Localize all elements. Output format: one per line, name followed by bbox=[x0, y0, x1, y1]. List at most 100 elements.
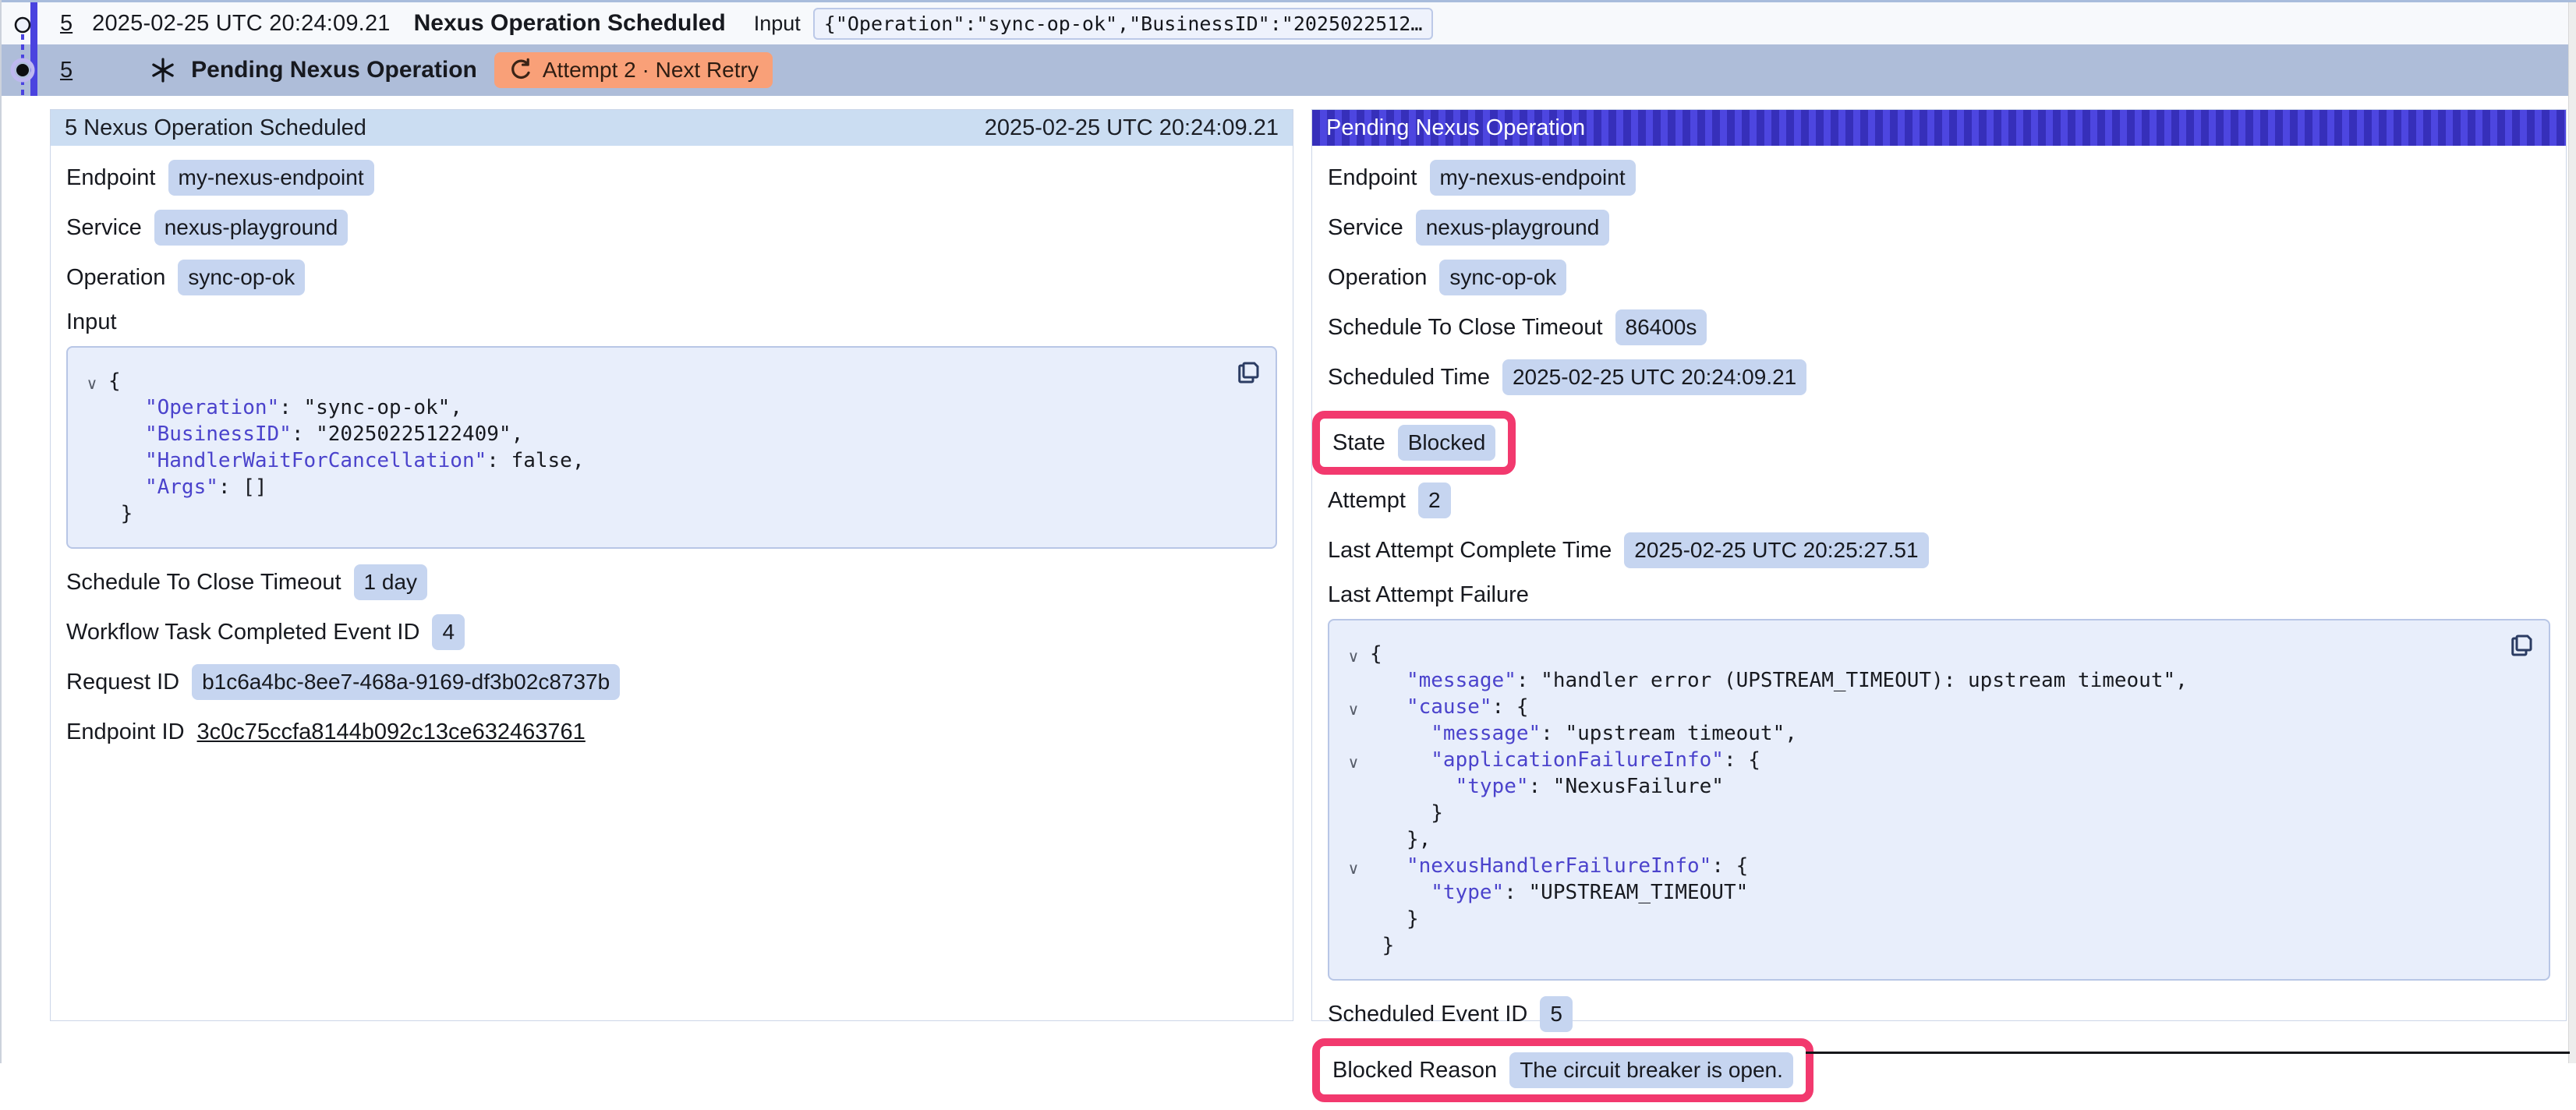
failure-json-viewer: ∨{ "message": "handler error (UPSTREAM_T… bbox=[1328, 619, 2550, 981]
endpoint-id-link[interactable]: 3c0c75ccfa8144b092c13ce632463761 bbox=[197, 719, 586, 745]
json-line: }, bbox=[1337, 826, 2494, 853]
code-gutter bbox=[76, 504, 108, 530]
copy-icon[interactable] bbox=[1233, 359, 1263, 388]
field-last-attempt-complete-time: Last Attempt Complete Time 2025-02-25 UT… bbox=[1328, 532, 2550, 568]
field-label: Operation bbox=[66, 265, 165, 291]
state-value-badge: Blocked bbox=[1398, 425, 1496, 461]
bottom-divider-line bbox=[1806, 1052, 2570, 1054]
field-service: Service nexus-playground bbox=[1328, 210, 2550, 246]
json-line: "message": "upstream timeout", bbox=[1337, 720, 2494, 747]
right-panel-body: Endpoint my-nexus-endpoint Service nexus… bbox=[1312, 146, 2566, 1110]
field-value-badge: 2 bbox=[1418, 483, 1451, 518]
json-line: ∨ "applicationFailureInfo": { bbox=[1337, 747, 2494, 773]
field-value-badge: 2025-02-25 UTC 20:25:27.51 bbox=[1624, 532, 1928, 568]
json-code: "message": "upstream timeout", bbox=[1370, 720, 1797, 747]
field-value-badge: my-nexus-endpoint bbox=[168, 160, 374, 196]
last-attempt-failure-label: Last Attempt Failure bbox=[1328, 582, 2550, 608]
event-id-link[interactable]: 5 bbox=[60, 11, 73, 37]
json-code: { bbox=[108, 368, 121, 394]
scheduled-event-detail-panel: 5 Nexus Operation Scheduled 2025-02-25 U… bbox=[50, 109, 1293, 1021]
json-line: } bbox=[1337, 906, 2494, 932]
copy-icon[interactable] bbox=[2507, 631, 2536, 661]
json-code: } bbox=[1370, 906, 1419, 932]
field-operation: Operation sync-op-ok bbox=[66, 260, 1277, 295]
field-value-badge: sync-op-ok bbox=[178, 260, 305, 295]
field-value-badge: 2025-02-25 UTC 20:24:09.21 bbox=[1502, 359, 1806, 395]
field-value-badge: b1c6a4bc-8ee7-468a-9169-df3b02c8737b bbox=[192, 664, 620, 700]
json-line: "type": "UPSTREAM_TIMEOUT" bbox=[1337, 879, 2494, 906]
field-endpoint: Endpoint my-nexus-endpoint bbox=[1328, 160, 2550, 196]
event-id-link[interactable]: 5 bbox=[60, 58, 73, 83]
json-code: } bbox=[1370, 800, 1443, 826]
collapse-chevron-icon[interactable]: ∨ bbox=[1337, 750, 1370, 776]
json-code: }, bbox=[1370, 826, 1431, 853]
code-gutter bbox=[76, 398, 108, 424]
field-value-badge: nexus-playground bbox=[1416, 210, 1610, 246]
collapse-chevron-icon[interactable]: ∨ bbox=[1337, 697, 1370, 723]
field-label: Service bbox=[66, 215, 142, 241]
json-line: "BusinessID": "20250225122409", bbox=[76, 421, 1221, 447]
json-line: "type": "NexusFailure" bbox=[1337, 773, 2494, 800]
event-node-filled-icon bbox=[16, 64, 29, 76]
event-row-nexus-operation-scheduled[interactable]: 5 2025-02-25 UTC 20:24:09.21 Nexus Opera… bbox=[2, 2, 2568, 44]
field-value-badge: sync-op-ok bbox=[1439, 260, 1566, 295]
right-panel-title: Pending Nexus Operation bbox=[1326, 115, 1585, 141]
json-line: "HandlerWaitForCancellation": false, bbox=[76, 447, 1221, 474]
code-gutter bbox=[1337, 935, 1370, 962]
pending-operation-detail-panel: Pending Nexus Operation Endpoint my-nexu… bbox=[1311, 109, 2567, 1021]
event-timeline-graphic bbox=[2, 0, 48, 101]
retry-icon bbox=[508, 58, 533, 83]
json-code: "applicationFailureInfo": { bbox=[1370, 747, 1760, 773]
json-line: "Args": [] bbox=[76, 474, 1221, 500]
field-attempt: Attempt 2 bbox=[1328, 483, 2550, 518]
blocked-reason-highlight-annotation: Blocked Reason The circuit breaker is op… bbox=[1312, 1038, 1813, 1102]
code-gutter bbox=[1337, 803, 1370, 829]
field-operation: Operation sync-op-ok bbox=[1328, 260, 2550, 295]
pending-asterisk-icon bbox=[150, 58, 175, 83]
code-gutter bbox=[1337, 909, 1370, 935]
json-line: } bbox=[1337, 932, 2494, 959]
left-panel-title: 5 Nexus Operation Scheduled bbox=[65, 115, 366, 141]
field-value-badge: 86400s bbox=[1615, 309, 1707, 345]
json-code: { bbox=[1370, 641, 1382, 667]
collapse-chevron-icon[interactable]: ∨ bbox=[1337, 856, 1370, 882]
field-label: Request ID bbox=[66, 670, 179, 695]
collapse-chevron-icon[interactable]: ∨ bbox=[1337, 644, 1370, 670]
state-highlight-annotation: State Blocked bbox=[1312, 411, 1516, 475]
field-service: Service nexus-playground bbox=[66, 210, 1277, 246]
field-label: Attempt bbox=[1328, 488, 1406, 514]
collapse-chevron-icon[interactable]: ∨ bbox=[76, 371, 108, 398]
code-gutter bbox=[76, 477, 108, 504]
field-label: Service bbox=[1328, 215, 1403, 241]
code-gutter bbox=[76, 451, 108, 477]
field-value-badge: 5 bbox=[1540, 996, 1573, 1032]
field-label: Scheduled Event ID bbox=[1328, 1002, 1527, 1027]
json-code: } bbox=[108, 500, 133, 527]
field-value-badge: my-nexus-endpoint bbox=[1430, 160, 1636, 196]
code-gutter bbox=[1337, 723, 1370, 750]
event-node-open-icon bbox=[16, 18, 30, 32]
field-request-id: Request ID b1c6a4bc-8ee7-468a-9169-df3b0… bbox=[66, 664, 1277, 700]
event-row-pending-nexus-operation-selected[interactable]: 5 Pending Nexus Operation Attempt 2 · Ne… bbox=[2, 44, 2568, 96]
input-json-viewer: ∨{ "Operation": "sync-op-ok", "BusinessI… bbox=[66, 346, 1277, 549]
json-code: "Operation": "sync-op-ok", bbox=[108, 394, 462, 421]
field-endpoint: Endpoint my-nexus-endpoint bbox=[66, 160, 1277, 196]
json-code: "BusinessID": "20250225122409", bbox=[108, 421, 523, 447]
field-label: Endpoint bbox=[66, 165, 156, 191]
field-scheduled-event-id: Scheduled Event ID 5 bbox=[1328, 996, 2550, 1032]
json-line: ∨ "nexusHandlerFailureInfo": { bbox=[1337, 853, 2494, 879]
json-code: "nexusHandlerFailureInfo": { bbox=[1370, 853, 1748, 879]
json-code: "type": "UPSTREAM_TIMEOUT" bbox=[1370, 879, 1748, 906]
field-label: Workflow Task Completed Event ID bbox=[66, 620, 419, 645]
left-panel-timestamp: 2025-02-25 UTC 20:24:09.21 bbox=[985, 115, 1279, 141]
left-panel-header: 5 Nexus Operation Scheduled 2025-02-25 U… bbox=[51, 110, 1293, 146]
event-history-list: 5 2025-02-25 UTC 20:24:09.21 Nexus Opera… bbox=[2, 2, 2568, 96]
json-line: "message": "handler error (UPSTREAM_TIME… bbox=[1337, 667, 2494, 694]
json-code: "cause": { bbox=[1370, 694, 1529, 720]
field-endpoint-id: Endpoint ID 3c0c75ccfa8144b092c13ce63246… bbox=[66, 714, 1277, 750]
retry-badge-label: Attempt 2 · Next Retry bbox=[543, 58, 759, 83]
code-gutter bbox=[1337, 829, 1370, 856]
json-line: ∨{ bbox=[76, 368, 1221, 394]
vertical-scrollbar[interactable] bbox=[2568, 2, 2576, 1063]
field-value-badge: nexus-playground bbox=[154, 210, 349, 246]
